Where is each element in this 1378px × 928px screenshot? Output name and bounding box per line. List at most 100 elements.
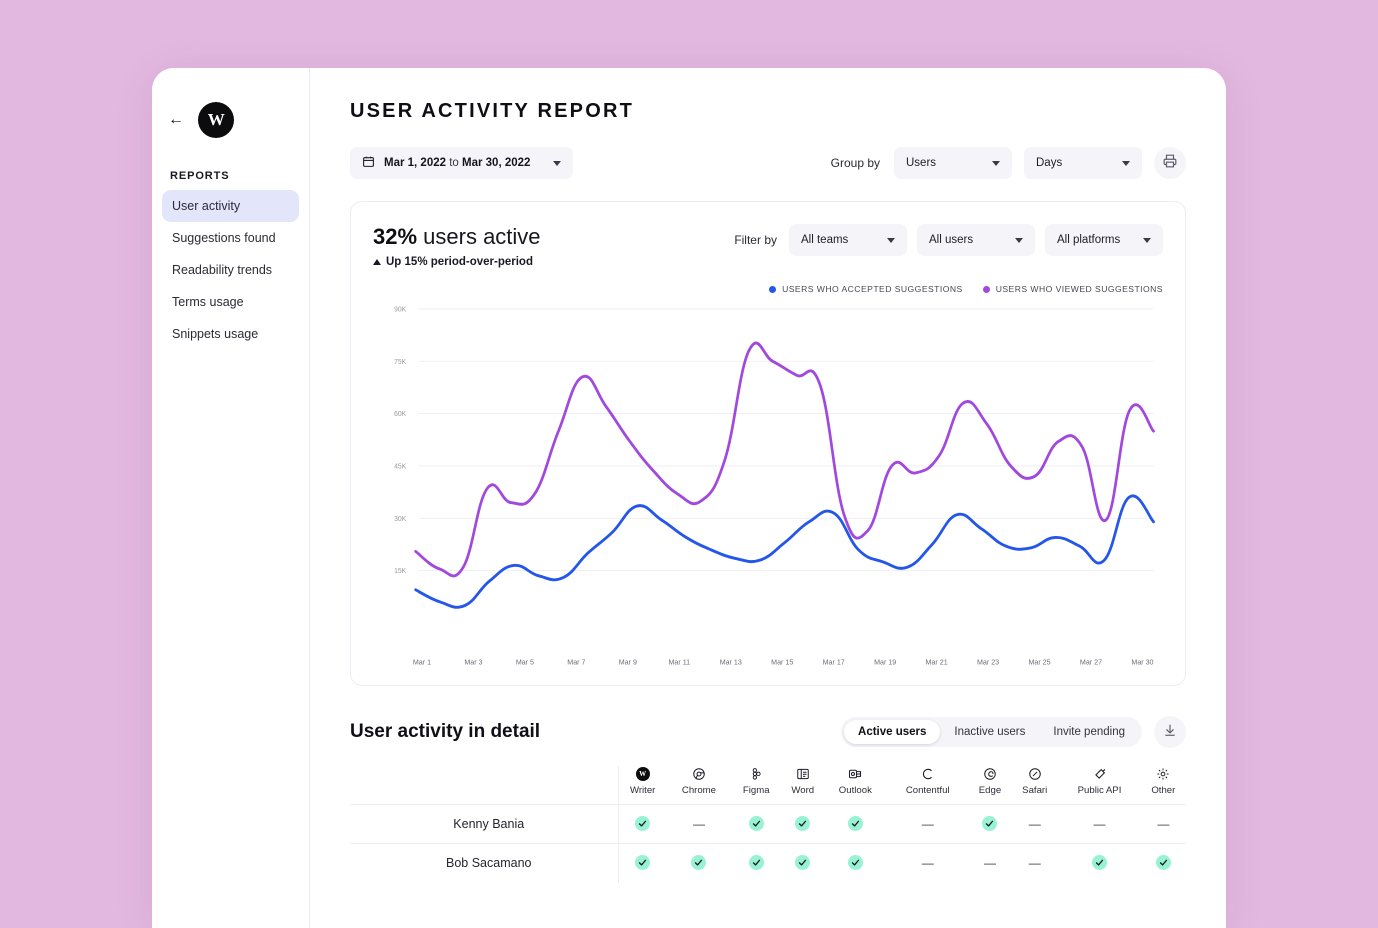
chart-card: 32% users active Up 15% period-over-peri… — [350, 201, 1186, 686]
check-icon — [748, 816, 764, 831]
check-icon — [982, 816, 998, 831]
sidebar-item-user-activity[interactable]: User activity — [162, 190, 299, 222]
svg-text:15K: 15K — [394, 567, 406, 575]
svg-text:Mar 19: Mar 19 — [874, 657, 896, 666]
check-icon — [847, 855, 863, 871]
logo-letter: W — [207, 110, 225, 129]
contentful-icon — [920, 766, 935, 781]
public-api-icon — [1092, 766, 1107, 781]
svg-text:Mar 27: Mar 27 — [1080, 657, 1102, 666]
no-activity-dash: — — [1028, 856, 1041, 871]
app-logo[interactable]: W — [198, 102, 234, 138]
filter-platforms-select[interactable]: All platforms — [1045, 224, 1163, 256]
detail-title: User activity in detail — [350, 721, 541, 742]
svg-text:60K: 60K — [394, 410, 406, 418]
chevron-down-icon — [992, 160, 1000, 166]
table-body: Kenny Bania — — — — — Bob Sacamano — — — — [350, 804, 1186, 883]
user-activity-table: W Writer Chrome Figma Word Outlook Contentful E… — [350, 766, 1186, 883]
column-header-contentful: Contentful — [887, 766, 969, 805]
activity-cell-outlook — [824, 843, 887, 883]
svg-text:Mar 23: Mar 23 — [977, 657, 999, 666]
check-icon — [795, 855, 811, 871]
detail-controls: Active users Inactive users Invite pendi… — [841, 716, 1186, 748]
check-icon — [1092, 855, 1107, 871]
filter-platforms-value: All platforms — [1057, 234, 1121, 246]
chart-header: 32% users active Up 15% period-over-peri… — [373, 224, 1163, 268]
date-from: Mar 1, 2022 — [384, 157, 447, 169]
svg-text:Mar 1: Mar 1 — [413, 657, 431, 666]
calendar-icon — [362, 155, 375, 171]
sidebar-header: ← W — [152, 92, 309, 144]
legend-label-viewed: USERS WHO VIEWED SUGGESTIONS — [995, 284, 1163, 294]
check-icon — [635, 816, 651, 831]
legend-color-dot — [769, 285, 777, 293]
check-icon — [1155, 855, 1171, 871]
sidebar-item-suggestions-found[interactable]: Suggestions found — [162, 222, 299, 254]
filter-teams-select[interactable]: All teams — [789, 224, 907, 256]
filter-teams-value: All teams — [801, 234, 849, 246]
sidebar-item-snippets-usage[interactable]: Snippets usage — [162, 318, 299, 350]
detail-header: User activity in detail Active users Ina… — [350, 716, 1186, 748]
chevron-down-icon — [887, 237, 895, 243]
activity-cell-contentful: — — [886, 804, 969, 844]
kpi-label: users active — [417, 224, 541, 249]
chevron-down-icon — [1015, 237, 1023, 243]
svg-text:45K: 45K — [394, 462, 406, 470]
main-content: USER ACTIVITY REPORT Mar 1, 2022 to Mar … — [310, 68, 1226, 928]
svg-text:Mar 5: Mar 5 — [516, 657, 534, 666]
no-activity-dash: — — [983, 856, 996, 871]
download-button[interactable] — [1154, 716, 1186, 748]
sidebar-item-readability-trends[interactable]: Readability trends — [162, 254, 299, 286]
table-row[interactable]: Kenny Bania — — — — — — [350, 804, 1186, 844]
chart-legend: USERS WHO ACCEPTED SUGGESTIONS USERS WHO… — [769, 284, 1163, 294]
kpi-block: 32% users active Up 15% period-over-peri… — [373, 224, 541, 268]
writer-icon: W — [635, 766, 650, 781]
svg-text:30K: 30K — [394, 515, 406, 523]
user-name-cell: Bob Sacamano — [350, 843, 619, 883]
table-head: W Writer Chrome Figma Word Outlook Contentful E… — [350, 766, 1186, 805]
chrome-icon — [691, 766, 706, 781]
no-activity-dash: — — [921, 817, 934, 831]
outlook-icon — [848, 766, 863, 781]
column-header-writer: W Writer — [618, 766, 667, 805]
table-row[interactable]: Bob Sacamano — — — — [350, 843, 1186, 883]
date-range-picker[interactable]: Mar 1, 2022 to Mar 30, 2022 — [350, 147, 574, 179]
column-label: Other — [1151, 785, 1176, 796]
download-icon — [1163, 723, 1177, 742]
no-activity-dash: — — [692, 817, 705, 831]
column-header-public-api: Public API — [1058, 766, 1140, 805]
tab-inactive-users[interactable]: Inactive users — [940, 720, 1039, 744]
gear-icon — [1156, 766, 1171, 781]
tab-invite-pending[interactable]: Invite pending — [1039, 720, 1139, 744]
svg-text:Mar 30: Mar 30 — [1131, 657, 1153, 666]
user-name-cell: Kenny Bania — [350, 804, 619, 844]
group-by-select[interactable]: Users — [894, 147, 1012, 179]
legend-item-accepted[interactable]: USERS WHO ACCEPTED SUGGESTIONS — [769, 284, 963, 294]
interval-select[interactable]: Days — [1024, 147, 1142, 179]
filter-users-select[interactable]: All users — [917, 224, 1035, 256]
interval-value: Days — [1036, 157, 1063, 169]
chart-filters: Filter by All teams All users All platfo… — [734, 224, 1163, 256]
svg-text:Mar 11: Mar 11 — [668, 657, 690, 666]
edge-icon — [982, 766, 997, 781]
tab-active-users[interactable]: Active users — [844, 720, 941, 744]
arrow-left-icon[interactable]: ← — [168, 112, 184, 128]
figma-icon — [749, 766, 764, 781]
activity-cell-figma — [731, 843, 782, 883]
check-icon — [795, 816, 811, 831]
legend-item-viewed[interactable]: USERS WHO VIEWED SUGGESTIONS — [982, 284, 1163, 294]
check-icon — [748, 855, 764, 871]
filter-users-value: All users — [929, 234, 974, 246]
sidebar-item-terms-usage[interactable]: Terms usage — [162, 286, 299, 318]
column-label: Figma — [742, 785, 770, 796]
line-chart-svg: 15K 30K 45K 60K 75K 90K Mar 1 Mar 3 Mar 5 Mar 7 Ma… — [394, 305, 1155, 666]
word-icon — [795, 766, 810, 781]
legend-color-dot — [982, 285, 990, 293]
app-window: ← W REPORTS User activity Suggestions fo… — [152, 68, 1226, 928]
no-activity-dash: — — [1093, 817, 1106, 831]
column-header-name — [350, 766, 619, 805]
print-button[interactable] — [1154, 147, 1186, 179]
svg-text:75K: 75K — [394, 358, 406, 366]
legend-label-accepted: USERS WHO ACCEPTED SUGGESTIONS — [782, 284, 963, 294]
column-label: Safari — [1022, 785, 1048, 796]
